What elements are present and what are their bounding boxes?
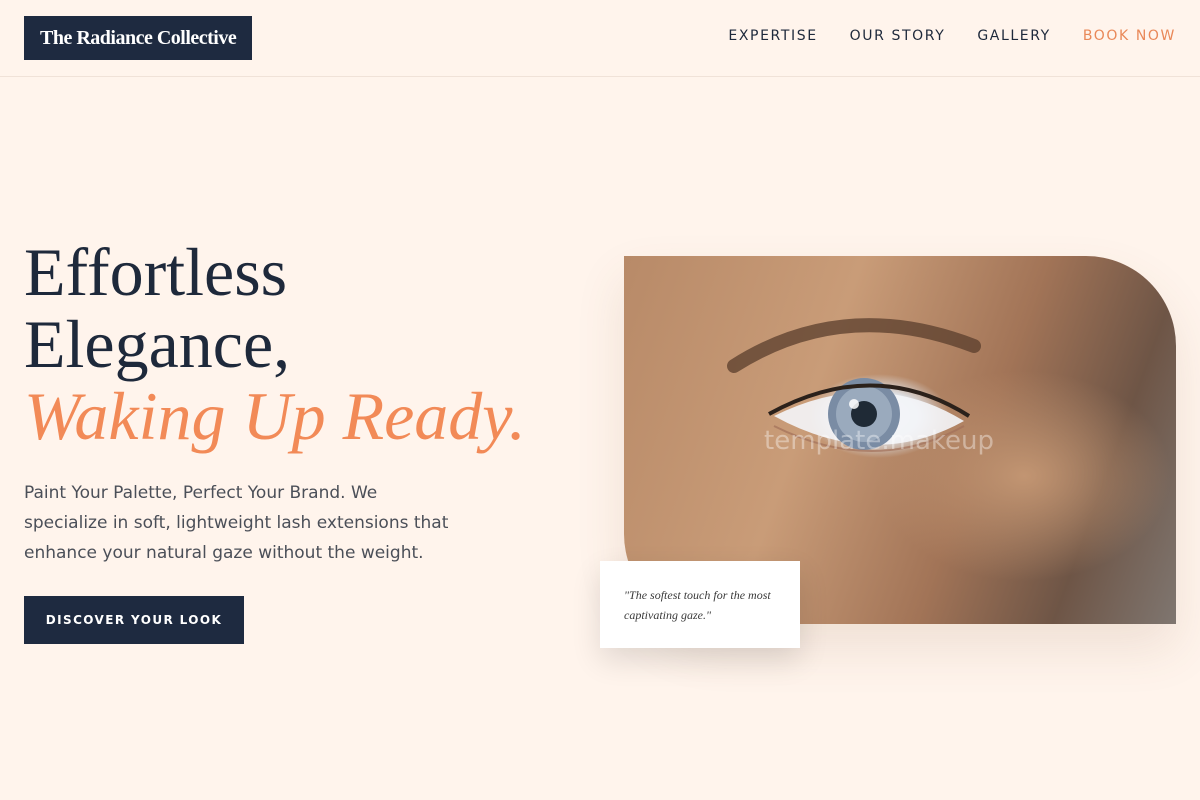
hero-title-line-2: Elegance,: [24, 306, 291, 382]
nav-link-our-story[interactable]: OUR STORY: [850, 28, 946, 44]
image-watermark: template.makeup: [764, 426, 995, 456]
site-header: The Radiance Collective EXPERTISE OUR ST…: [0, 0, 1200, 77]
hero-description: Paint Your Palette, Perfect Your Brand. …: [24, 483, 449, 563]
nav-link-expertise[interactable]: EXPERTISE: [728, 28, 817, 44]
nav-link-gallery[interactable]: GALLERY: [977, 28, 1050, 44]
hero-title-accent: Waking Up Ready.: [24, 378, 526, 454]
hero-title-line-1: Effortless: [24, 234, 288, 310]
nav-link-book-now[interactable]: BOOK NOW: [1083, 28, 1176, 44]
main-nav: EXPERTISE OUR STORY GALLERY BOOK NOW: [728, 28, 1176, 44]
testimonial-quote-card: "The softest touch for the most captivat…: [600, 561, 800, 648]
brand-logo[interactable]: The Radiance Collective: [24, 16, 253, 60]
discover-your-look-button[interactable]: DISCOVER YOUR LOOK: [24, 596, 244, 644]
hero-title: Effortless Elegance, Waking Up Ready.: [24, 236, 526, 452]
